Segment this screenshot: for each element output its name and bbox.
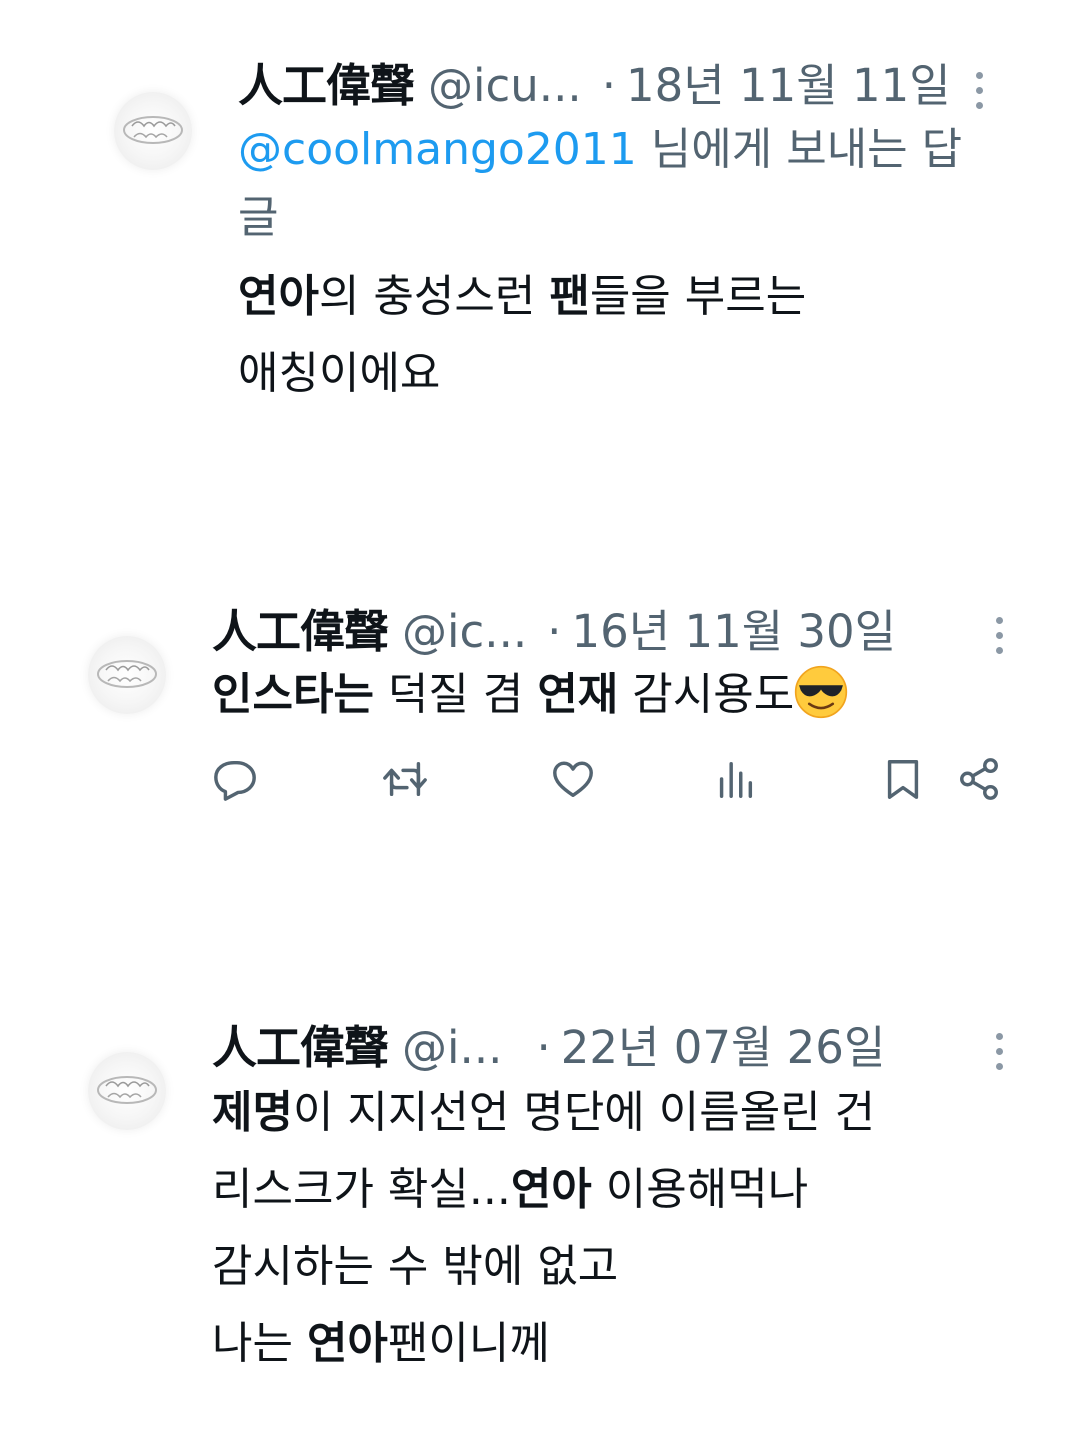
bold-text: 연아 bbox=[238, 271, 319, 322]
author-name[interactable]: 人工偉聲 bbox=[212, 605, 389, 658]
sunglasses-emoji-icon bbox=[795, 665, 848, 719]
tweet-actions bbox=[212, 756, 1012, 806]
tweet-date[interactable]: 18년 11월 11일 bbox=[626, 59, 951, 112]
tweet-body: 인스타는 덕질 겸 연재 감시용도 bbox=[212, 656, 848, 733]
text: 들을 부르는 bbox=[589, 271, 807, 322]
tweet-header: 人工偉聲 @i... · 22년 07월 26일 bbox=[212, 1020, 885, 1076]
bold-text: 연재 bbox=[537, 669, 619, 720]
bold-text: 팬 bbox=[549, 271, 590, 322]
avatar[interactable] bbox=[88, 1052, 166, 1130]
author-name[interactable]: 人工偉聲 bbox=[212, 1021, 389, 1074]
tweet-body: 연아의 충성스런 팬들을 부르는 애칭이에요 bbox=[238, 258, 806, 412]
text: 이용해먹나 bbox=[591, 1164, 809, 1215]
bold-text: 제명 bbox=[212, 1087, 293, 1138]
body-line: 나는 연아팬이니께 bbox=[212, 1305, 875, 1382]
text: 감시용도 bbox=[618, 669, 795, 720]
body-line: 감시하는 수 밖에 없고 bbox=[212, 1241, 619, 1292]
bold-text: 인스타는 bbox=[212, 669, 374, 720]
text: 나는 bbox=[212, 1318, 307, 1369]
text: 이 지지선언 명단에 이름올린 건 bbox=[292, 1087, 876, 1138]
views-icon[interactable] bbox=[712, 756, 758, 802]
body-line: 애칭이에요 bbox=[238, 348, 441, 399]
body-line: 리스크가 확실...연아 이용해먹나 bbox=[212, 1151, 875, 1228]
tweet-date[interactable]: 22년 07월 26일 bbox=[561, 1021, 886, 1074]
avatar[interactable] bbox=[114, 92, 192, 170]
text: 덕질 겸 bbox=[373, 669, 538, 720]
text: 리스크가 확실... bbox=[212, 1164, 511, 1215]
reply-to-line: @coolmango2011 님에게 보내는 답글 bbox=[238, 116, 978, 252]
author-handle[interactable]: @i... bbox=[402, 1021, 502, 1074]
bold-text: 연아 bbox=[306, 1318, 388, 1369]
reply-mention-link[interactable]: @coolmango2011 bbox=[238, 124, 637, 175]
like-icon[interactable] bbox=[550, 756, 596, 802]
bold-text: 연아 bbox=[510, 1164, 592, 1215]
author-handle[interactable]: @icu... bbox=[428, 59, 582, 112]
body-line: 제명이 지지선언 명단에 이름올린 건 bbox=[212, 1074, 875, 1151]
body-line: 연아의 충성스런 팬들을 부르는 bbox=[238, 258, 806, 335]
tweet-date[interactable]: 16년 11월 30일 bbox=[571, 605, 896, 658]
separator-dot: · bbox=[547, 605, 562, 658]
tweet-header: 人工偉聲 @icu... · 18년 11월 11일 bbox=[238, 58, 951, 114]
avatar[interactable] bbox=[88, 636, 166, 714]
ring-logo-icon bbox=[97, 1076, 157, 1104]
tweet-header: 人工偉聲 @ic... · 16년 11월 30일 bbox=[212, 604, 896, 660]
author-name[interactable]: 人工偉聲 bbox=[238, 59, 415, 112]
reply-icon[interactable] bbox=[212, 756, 258, 802]
tweet-body: 제명이 지지선언 명단에 이름올린 건 리스크가 확실...연아 이용해먹나 감… bbox=[212, 1074, 875, 1382]
retweet-icon[interactable] bbox=[382, 756, 428, 802]
author-handle[interactable]: @ic... bbox=[402, 605, 527, 658]
bookmark-icon[interactable] bbox=[880, 756, 926, 802]
separator-dot: · bbox=[601, 59, 617, 112]
ring-logo-icon bbox=[97, 660, 157, 688]
more-options-icon[interactable] bbox=[974, 72, 984, 110]
share-icon[interactable] bbox=[956, 756, 1002, 802]
separator-dot: · bbox=[536, 1021, 551, 1074]
body-line: 인스타는 덕질 겸 연재 감시용도 bbox=[212, 656, 848, 733]
more-options-icon[interactable] bbox=[994, 617, 1004, 655]
ring-logo-icon bbox=[123, 116, 183, 144]
more-options-icon[interactable] bbox=[994, 1033, 1004, 1071]
text: 팬이니께 bbox=[387, 1318, 550, 1369]
text: 의 충성스런 bbox=[318, 271, 550, 322]
